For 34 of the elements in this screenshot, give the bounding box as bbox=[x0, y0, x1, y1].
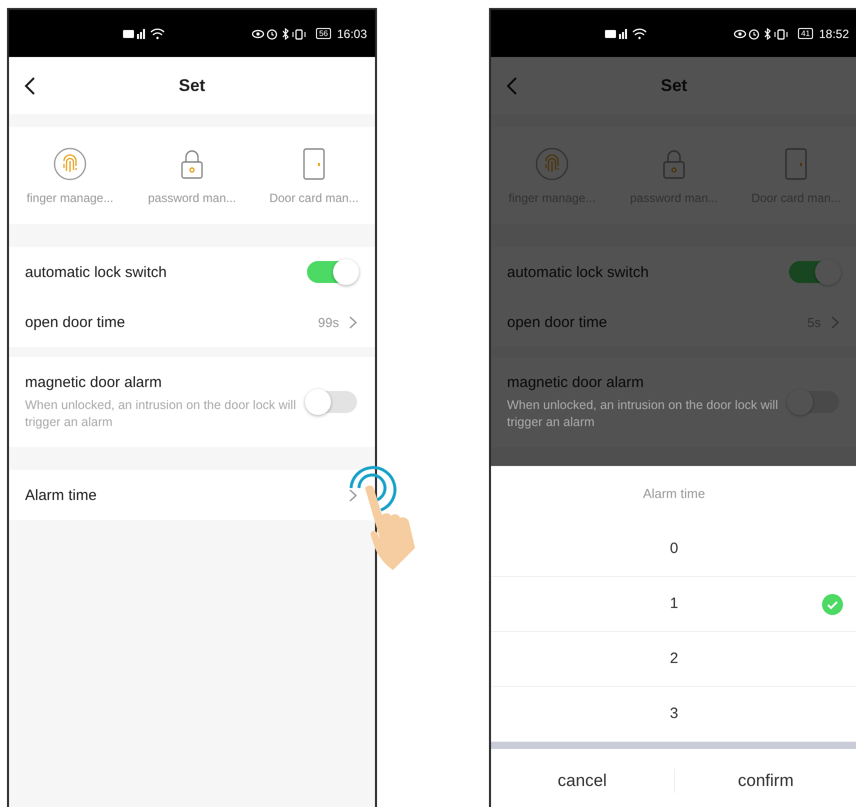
back-icon[interactable] bbox=[23, 76, 37, 96]
battery-level: 41 bbox=[798, 28, 813, 39]
setting-value: 99s bbox=[318, 314, 339, 330]
check-icon bbox=[822, 594, 843, 615]
setting-description: When unlocked, an intrusion on the door lock will trigger an alarm bbox=[25, 397, 297, 430]
picker-option[interactable]: 2 bbox=[491, 632, 856, 687]
toggle-switch[interactable] bbox=[307, 261, 357, 283]
fingerprint-icon bbox=[53, 146, 87, 180]
setting-label: open door time bbox=[507, 314, 608, 330]
network-signal-icon bbox=[123, 28, 167, 40]
setting-label: automatic lock switch bbox=[25, 264, 168, 280]
setting-label: automatic lock switch bbox=[507, 264, 650, 280]
toggle-switch[interactable] bbox=[789, 261, 839, 283]
toggle-switch[interactable] bbox=[307, 391, 357, 413]
confirm-button[interactable]: confirm bbox=[674, 749, 856, 807]
setting-label: magnetic door alarm bbox=[507, 374, 645, 392]
battery-level: 56 bbox=[316, 28, 331, 39]
chevron-right-icon bbox=[349, 488, 357, 502]
network-signal-icon bbox=[605, 28, 649, 40]
setting-label: magnetic door alarm bbox=[25, 374, 163, 392]
cancel-button[interactable]: cancel bbox=[491, 749, 674, 807]
page-title: Set bbox=[178, 76, 206, 96]
setting-description: When unlocked, an intrusion on the door lock will trigger an alarm bbox=[507, 397, 779, 430]
status-time: 18:52 bbox=[818, 26, 849, 40]
picker-option[interactable]: 1 bbox=[491, 577, 856, 632]
setting-label: open door time bbox=[25, 314, 126, 330]
status-time: 16:03 bbox=[336, 26, 367, 40]
chevron-right-icon bbox=[831, 316, 839, 328]
picker-option[interactable]: 0 bbox=[491, 522, 856, 577]
setting-label: Alarm time bbox=[25, 486, 98, 504]
picker-title: Alarm time bbox=[642, 485, 706, 503]
chevron-right-icon bbox=[349, 316, 357, 328]
fingerprint-icon bbox=[535, 146, 569, 180]
page-title: Set bbox=[660, 76, 688, 96]
